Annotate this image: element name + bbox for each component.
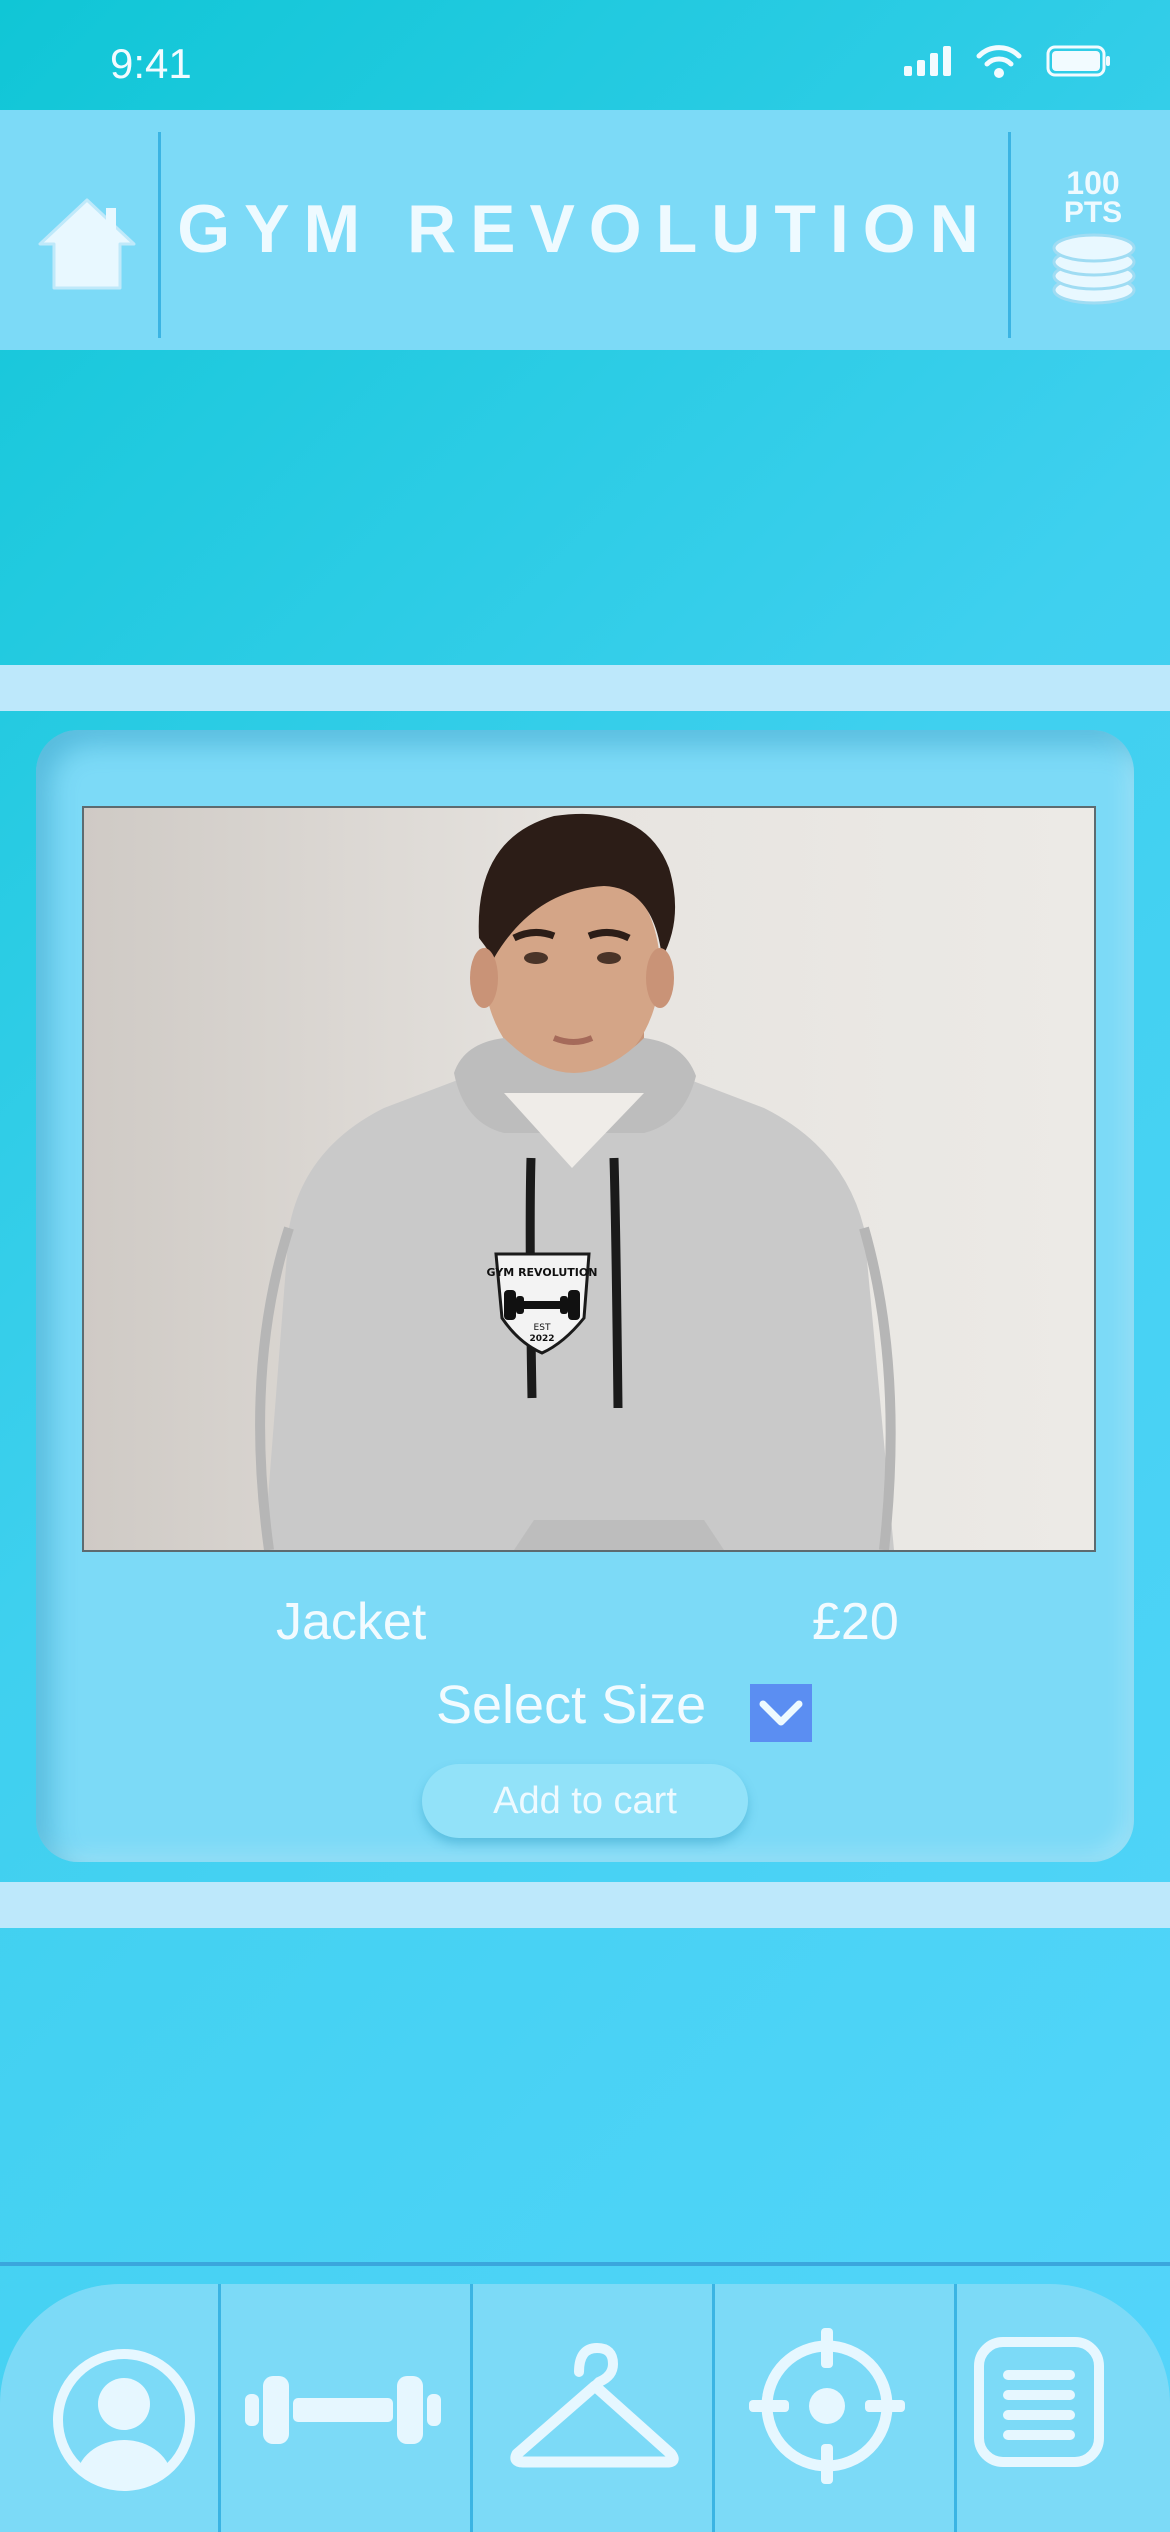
- bottom-nav-border: [0, 2262, 1170, 2266]
- points-display[interactable]: 100 PTS: [1036, 165, 1150, 229]
- chevron-down-icon: [759, 1700, 803, 1726]
- points-unit: PTS: [1063, 196, 1123, 229]
- status-icons: [904, 44, 1110, 78]
- product-card: GYM REVOLUTION EST 2022 Jacket £20 Selec…: [36, 730, 1134, 1862]
- status-bar: 9:41: [0, 0, 1170, 110]
- hanger-icon: [510, 2342, 679, 2468]
- nav-profile[interactable]: [0, 2284, 218, 2532]
- wifi-icon: [976, 45, 1022, 78]
- separator-band: [0, 1882, 1170, 1928]
- print-est: EST: [534, 1323, 551, 1333]
- dumbbell-icon: [245, 2376, 441, 2444]
- size-dropdown[interactable]: [750, 1684, 812, 1742]
- target-icon: [749, 2328, 905, 2484]
- add-to-cart-button[interactable]: Add to cart: [422, 1764, 748, 1838]
- nav-menu[interactable]: [957, 2284, 1170, 2532]
- home-icon[interactable]: [34, 194, 140, 294]
- product-price: £20: [812, 1593, 899, 1651]
- product-name: Jacket: [276, 1593, 427, 1651]
- size-label: Select Size: [436, 1675, 707, 1735]
- hoodie-model-illustration: GYM REVOLUTION EST 2022: [84, 808, 1094, 1550]
- bottom-nav: [0, 2284, 1170, 2532]
- product-image: GYM REVOLUTION EST 2022: [82, 806, 1096, 1552]
- menu-list-icon: [974, 2337, 1104, 2467]
- app-header: GYM REVOLUTION 100 PTS: [0, 110, 1170, 350]
- separator-band: [0, 665, 1170, 711]
- profile-icon: [53, 2349, 195, 2491]
- print-text: GYM REVOLUTION: [487, 1266, 598, 1279]
- points-value: 100: [1066, 165, 1120, 201]
- signal-icon: [904, 46, 951, 76]
- app-title: GYM REVOLUTION: [177, 191, 993, 267]
- nav-workout[interactable]: [221, 2284, 470, 2532]
- coins-icon: [1052, 233, 1136, 305]
- header-divider: [1008, 132, 1011, 338]
- print-year: 2022: [529, 1334, 554, 1344]
- nav-goals[interactable]: [715, 2284, 954, 2532]
- battery-icon: [1046, 45, 1110, 77]
- status-time: 9:41: [110, 40, 192, 87]
- nav-shop[interactable]: [473, 2284, 712, 2532]
